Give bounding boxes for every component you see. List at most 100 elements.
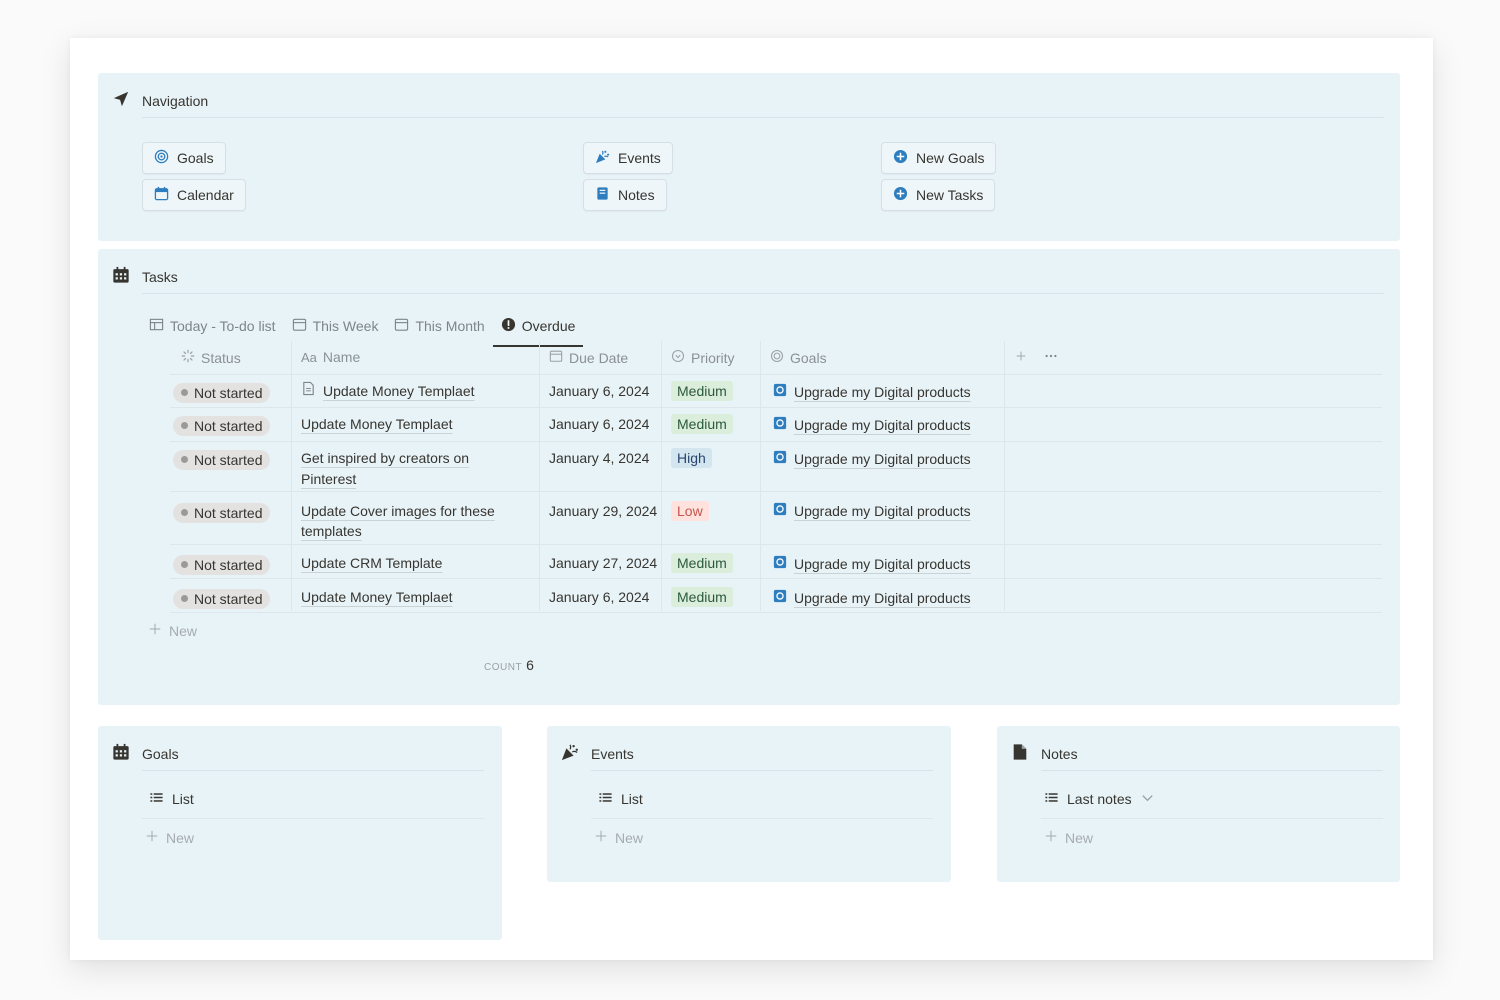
due-date-cell[interactable]: January 6, 2024 (549, 414, 649, 434)
status-cell[interactable]: Not started (173, 587, 271, 609)
new-tasks-label: New Tasks (916, 187, 984, 203)
goals-list-view-tab[interactable]: List (149, 790, 194, 808)
page-icon (301, 381, 316, 401)
priority-cell[interactable]: Medium (671, 381, 733, 401)
priority-cell[interactable]: Medium (671, 414, 733, 434)
status-cell[interactable]: Not started (173, 414, 271, 436)
priority-cell[interactable]: Medium (671, 587, 733, 607)
more-options-button[interactable] (1044, 349, 1058, 366)
column-header-status[interactable]: Status (181, 349, 241, 366)
priority-badge: Medium (671, 553, 733, 573)
goal-text: Upgrade my Digital products (794, 556, 971, 572)
task-name: Update Money Templaet (323, 383, 475, 399)
loading-status-icon (181, 349, 195, 366)
new-event-button[interactable]: New (594, 829, 643, 846)
nav-events-button[interactable]: Events (583, 142, 673, 174)
task-name: Update CRM Template (301, 555, 443, 571)
status-badge: Not started (173, 382, 271, 403)
new-task-button[interactable]: New (148, 622, 197, 639)
due-date-cell[interactable]: January 27, 2024 (549, 553, 657, 573)
status-cell[interactable]: Not started (173, 501, 271, 523)
goal-link[interactable]: Upgrade my Digital products (773, 501, 971, 521)
table-icon (149, 317, 164, 335)
tab-today[interactable]: Today - To-do list (149, 311, 276, 341)
new-tasks-button[interactable]: New Tasks (881, 179, 996, 211)
calendar-grid-icon (112, 743, 130, 764)
goal-cell[interactable]: Upgrade my Digital products (773, 588, 971, 608)
column-due-label: Due Date (569, 349, 629, 366)
events-header: Events (561, 743, 634, 764)
column-header-due-date[interactable]: Due Date (549, 349, 628, 366)
events-list-view-tab[interactable]: List (598, 790, 643, 808)
column-goals-label: Goals (790, 349, 827, 366)
task-name-line1: Update Cover images for these (301, 503, 495, 519)
count-value: 6 (526, 657, 534, 673)
due-date-cell[interactable]: January 4, 2024 (549, 448, 649, 468)
tab-this-month[interactable]: This Month (394, 311, 485, 341)
goal-link[interactable]: Upgrade my Digital products (773, 449, 971, 469)
due-date-cell[interactable]: January 6, 2024 (549, 381, 649, 401)
name-cell[interactable]: Get inspired by creators on Pinterest (301, 448, 469, 490)
priority-cell[interactable]: Medium (671, 553, 733, 573)
goal-cell[interactable]: Upgrade my Digital products (773, 554, 971, 574)
name-cell[interactable]: Update Money Templaet (301, 587, 453, 607)
tab-overdue-label: Overdue (521, 318, 576, 334)
new-task-label: New (169, 622, 198, 639)
task-name: Update Money Templaet (301, 589, 453, 605)
due-date-cell[interactable]: January 6, 2024 (549, 587, 649, 607)
nav-notes-button[interactable]: Notes (583, 179, 667, 211)
events-view-label: List (621, 791, 643, 807)
add-property-button[interactable] (1014, 349, 1028, 368)
column-header-goals[interactable]: Goals (770, 349, 827, 366)
nav-calendar-button[interactable]: Calendar (142, 179, 246, 211)
goal-cell[interactable]: Upgrade my Digital products (773, 415, 971, 435)
task-name-line1: Get inspired by creators on (301, 450, 470, 466)
tab-this-week-label: This Week (312, 318, 379, 334)
goal-relation-icon (773, 554, 787, 574)
row-count: COUNT 6 (484, 657, 534, 673)
name-cell[interactable]: Update Cover images for these templates (301, 501, 495, 541)
goal-link[interactable]: Upgrade my Digital products (773, 382, 971, 402)
goal-relation-icon (773, 501, 787, 521)
new-goal-button[interactable]: New (145, 829, 194, 846)
select-circle-icon (671, 349, 685, 366)
tab-this-week[interactable]: This Week (292, 311, 379, 341)
plus-icon (1014, 349, 1028, 368)
chevron-down-icon[interactable] (1140, 790, 1155, 808)
goal-link[interactable]: Upgrade my Digital products (773, 588, 971, 608)
calendar-grid-icon (112, 266, 130, 287)
new-goals-button[interactable]: New Goals (881, 142, 997, 174)
name-cell[interactable]: Update CRM Template (301, 553, 442, 573)
status-cell[interactable]: Not started (173, 381, 271, 403)
nav-events-label: Events (618, 150, 661, 166)
goal-text: Upgrade my Digital products (794, 451, 971, 467)
tasks-header: Tasks (112, 266, 178, 287)
ellipsis-icon (1044, 349, 1058, 366)
count-label: COUNT (484, 662, 523, 673)
status-text: Not started (194, 556, 263, 573)
priority-cell[interactable]: Low (671, 501, 709, 521)
task-name-line2: templates (301, 523, 362, 539)
name-cell[interactable]: Update Money Templaet (301, 414, 453, 434)
status-cell[interactable]: Not started (173, 448, 271, 470)
exclamation-circle-icon (501, 317, 516, 335)
goal-link[interactable]: Upgrade my Digital products (773, 415, 971, 435)
due-date-cell[interactable]: January 29, 2024 (549, 501, 657, 521)
new-note-button[interactable]: New (1044, 829, 1093, 846)
goal-cell[interactable]: Upgrade my Digital products (773, 449, 971, 469)
tab-overdue[interactable]: Overdue (492, 311, 584, 347)
notebook-icon (595, 186, 610, 204)
status-badge: Not started (173, 415, 271, 436)
nav-goals-button[interactable]: Goals (142, 142, 226, 174)
priority-cell[interactable]: High (671, 448, 712, 468)
column-header-name[interactable]: Aa Name (301, 349, 360, 365)
name-cell[interactable]: Update Money Templaet (301, 381, 475, 401)
column-header-priority[interactable]: Priority (671, 349, 735, 366)
notes-view-tab[interactable]: Last notes (1044, 790, 1155, 808)
goal-cell[interactable]: Upgrade my Digital products (773, 382, 971, 402)
calendar-icon (154, 186, 169, 204)
party-popper-icon (595, 149, 610, 167)
goal-link[interactable]: Upgrade my Digital products (773, 554, 971, 574)
goal-cell[interactable]: Upgrade my Digital products (773, 501, 971, 521)
status-cell[interactable]: Not started (173, 553, 271, 575)
